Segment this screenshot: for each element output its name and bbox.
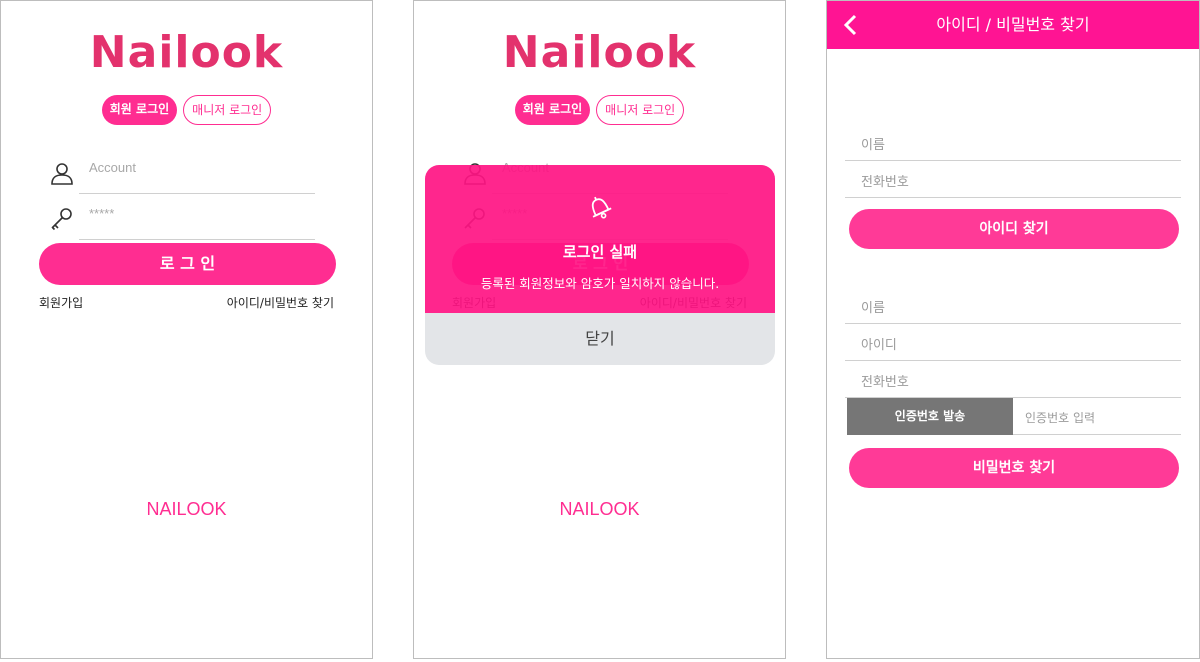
verification-code-placeholder: 인증번호 입력	[1025, 411, 1096, 425]
find-id-button[interactable]: 아이디 찾기	[849, 209, 1179, 249]
header-title: 아이디 / 비밀번호 찾기	[936, 15, 1090, 34]
find-id-name-placeholder: 이름	[861, 138, 885, 153]
key-icon	[51, 208, 72, 231]
tab-member-login[interactable]: 회원 로그인	[514, 95, 591, 125]
login-button[interactable]: 로 그 인	[39, 243, 336, 285]
verification-code-input[interactable]: 인증번호 입력	[1013, 398, 1181, 435]
find-id-phone-placeholder: 전화번호	[861, 175, 909, 190]
find-id-name-input[interactable]: 이름	[845, 124, 1181, 161]
find-account-screen: 아이디 / 비밀번호 찾기 이름 전화번호 아이디 찾기 이름 아이디 전화번호…	[826, 0, 1200, 659]
signup-link[interactable]: 회원가입	[39, 294, 83, 311]
login-tabs: 회원 로그인 매니저 로그인	[414, 95, 785, 125]
nailook-logo: Nailook	[89, 27, 284, 78]
user-icon	[51, 163, 73, 185]
find-pw-phone-placeholder: 전화번호	[861, 375, 909, 390]
find-password-button[interactable]: 비밀번호 찾기	[849, 448, 1179, 488]
password-field[interactable]: *****	[51, 200, 315, 240]
account-placeholder: Account	[89, 160, 136, 175]
account-field[interactable]: Account	[51, 154, 315, 194]
dialog-message: 등록된 회원정보와 암호가 일치하지 않습니다.	[480, 276, 720, 291]
find-pw-id-placeholder: 아이디	[861, 338, 897, 353]
find-pw-id-input[interactable]: 아이디	[845, 324, 1181, 361]
password-placeholder: *****	[89, 206, 115, 221]
login-tabs: 회원 로그인 매니저 로그인	[1, 95, 372, 125]
dialog-title: 로그인 실패	[562, 243, 638, 261]
tab-member-login[interactable]: 회원 로그인	[101, 95, 178, 125]
chevron-left-icon[interactable]	[841, 13, 861, 37]
login-alert-screen: Nailook 회원 로그인 매니저 로그인 Account ***** 로 그…	[413, 0, 786, 659]
find-id-password-link[interactable]: 아이디/비밀번호 찾기	[227, 294, 334, 311]
login-screen: Nailook 회원 로그인 매니저 로그인 Account ***** 로 그…	[0, 0, 373, 659]
find-pw-phone-input[interactable]: 전화번호	[845, 361, 1181, 398]
dialog-close-button[interactable]: 닫기	[425, 313, 775, 365]
bell-icon	[591, 196, 612, 219]
footer-brand: NAILOOK	[559, 499, 640, 519]
find-pw-name-placeholder: 이름	[861, 301, 885, 316]
tab-manager-login[interactable]: 매니저 로그인	[183, 95, 272, 125]
footer-brand: NAILOOK	[146, 499, 227, 519]
send-code-button[interactable]: 인증번호 발송	[847, 398, 1013, 435]
app-header: 아이디 / 비밀번호 찾기	[827, 1, 1199, 49]
tab-manager-login[interactable]: 매니저 로그인	[596, 95, 685, 125]
find-id-phone-input[interactable]: 전화번호	[845, 161, 1181, 198]
find-pw-name-input[interactable]: 이름	[845, 287, 1181, 324]
nailook-logo: Nailook	[502, 27, 697, 78]
login-failed-dialog: 로그인 실패 등록된 회원정보와 암호가 일치하지 않습니다. 닫기	[425, 165, 775, 365]
